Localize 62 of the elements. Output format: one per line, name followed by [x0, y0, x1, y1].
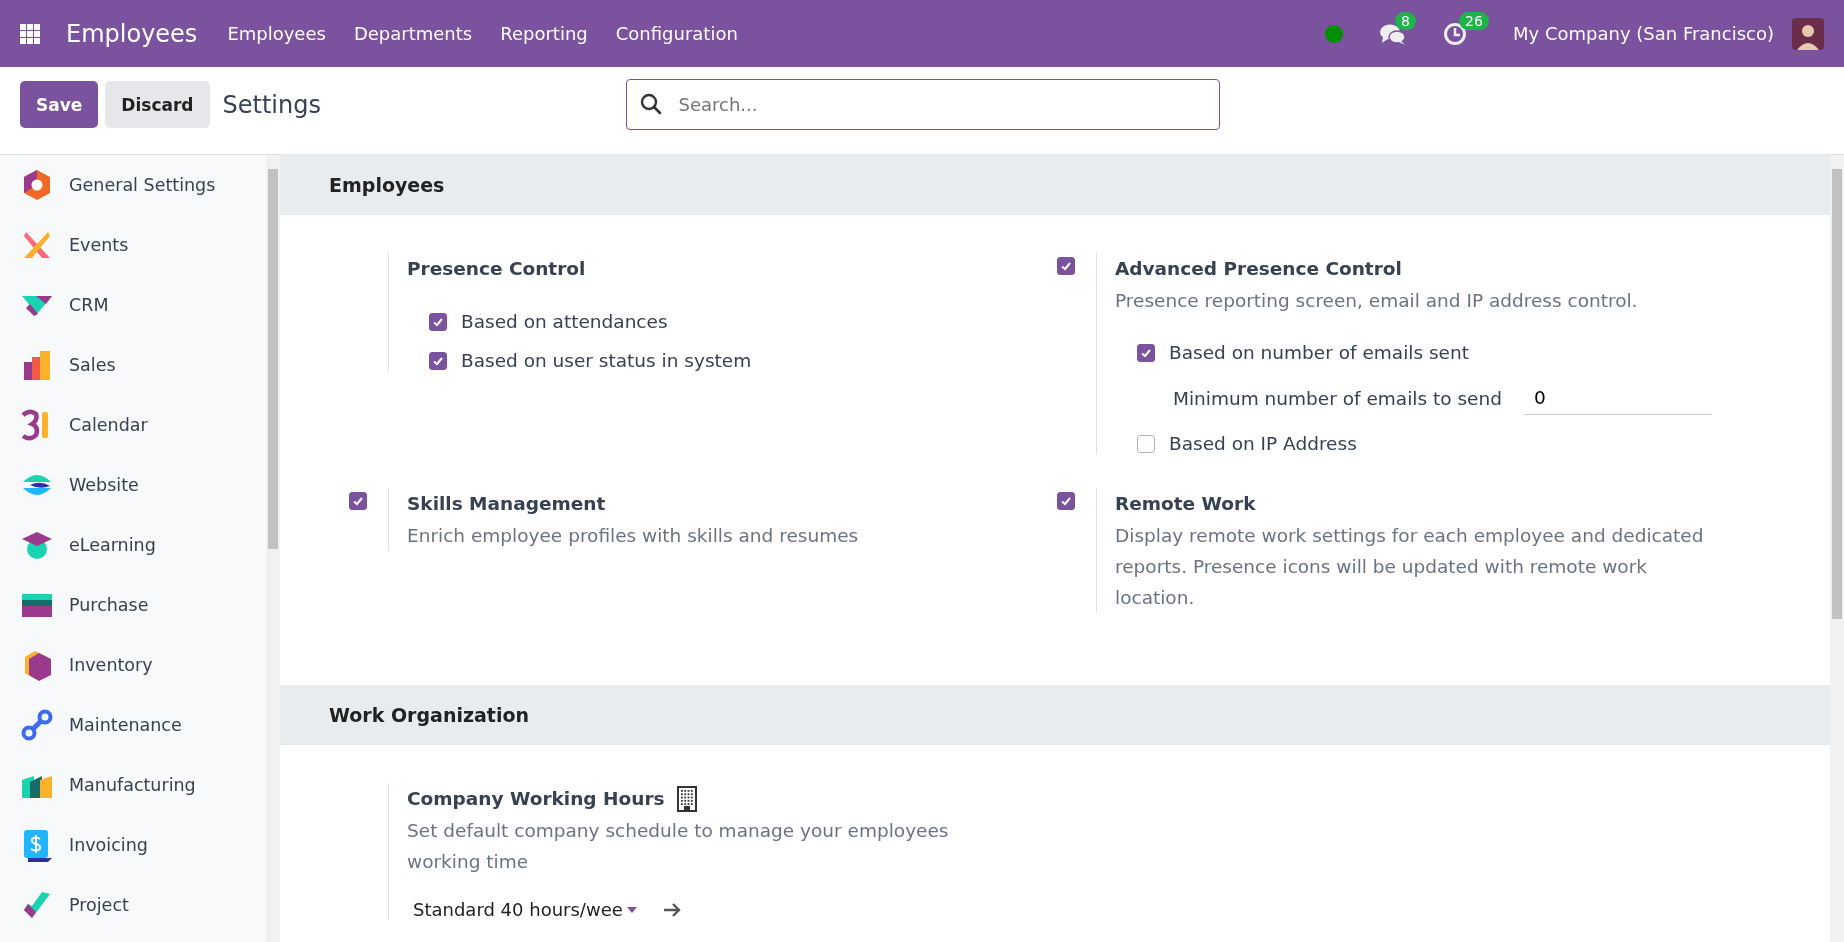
- scrollbar[interactable]: [266, 155, 280, 942]
- menu-item[interactable]: Reporting: [500, 23, 588, 44]
- caret-icon: [626, 906, 637, 913]
- checkbox[interactable]: [1137, 434, 1155, 453]
- scrollbar[interactable]: [1830, 155, 1844, 942]
- section-title: Work Organization: [280, 685, 1830, 745]
- schedule-dropdown[interactable]: Standard 40 hours/wee: [413, 899, 637, 920]
- checkbox[interactable]: [429, 312, 447, 331]
- clock-icon[interactable]: [1443, 21, 1468, 46]
- sidebar-item[interactable]: Invoicing: [0, 815, 266, 875]
- search-icon: [639, 93, 662, 115]
- checkbox[interactable]: [1057, 257, 1075, 275]
- checkbox[interactable]: [429, 351, 447, 370]
- arrow-right-icon[interactable]: [662, 901, 681, 918]
- sidebar-item[interactable]: CRM: [0, 275, 266, 335]
- sidebar-item[interactable]: Maintenance: [0, 695, 266, 755]
- page-title: Settings: [222, 90, 322, 119]
- setting-title: Presence Control: [407, 257, 586, 281]
- setting-description: Set default company schedule to manage your employees working time: [407, 819, 950, 874]
- setting-title: Advanced Presence Control: [1115, 257, 1402, 281]
- checkbox[interactable]: [349, 492, 367, 510]
- sidebar-item[interactable]: Inventory: [0, 635, 266, 695]
- menu-item[interactable]: Departments: [353, 23, 473, 44]
- sidebar-item[interactable]: Website: [0, 455, 266, 515]
- setting-description: Enrich employee profiles with skills and resumes: [407, 524, 860, 548]
- option-label: Based on IP Address: [1169, 433, 1357, 454]
- activity-count-badge: 26: [1459, 11, 1489, 30]
- setting-title: Skills Management: [407, 492, 606, 516]
- presence-dot-icon: [1325, 24, 1344, 43]
- user-avatar-icon[interactable]: [1792, 17, 1824, 50]
- app-grid-icon[interactable]: [20, 23, 40, 44]
- sidebar-item[interactable]: Manufacturing: [0, 755, 266, 815]
- sidebar-item[interactable]: Project: [0, 875, 266, 935]
- menu-item[interactable]: Configuration: [615, 23, 738, 44]
- checkbox[interactable]: [1137, 343, 1155, 362]
- option-label: Based on attendances: [461, 311, 668, 332]
- checkmark-icon: [1060, 260, 1072, 272]
- checkbox[interactable]: [1057, 492, 1075, 510]
- message-count-badge: 8: [1395, 11, 1416, 30]
- option-label: Based on user status in system: [461, 350, 752, 371]
- company-switcher[interactable]: My Company (San Francisco): [1513, 23, 1774, 44]
- sidebar-item[interactable]: Purchase: [0, 575, 266, 635]
- menu-item[interactable]: Employees: [227, 23, 326, 44]
- search-field[interactable]: Search...: [625, 79, 1220, 130]
- field-label: Minimum number of emails to send: [1173, 387, 1502, 409]
- setting-title: Company Working Hours: [407, 787, 665, 811]
- sidebar-item[interactable]: eLearning: [0, 515, 266, 575]
- sidebar-item[interactable]: Events: [0, 215, 266, 275]
- sidebar-item[interactable]: Sales: [0, 335, 266, 395]
- setting-title: Remote Work: [1115, 492, 1256, 516]
- option-label: Based on number of emails sent: [1169, 342, 1469, 363]
- section-title: Employees: [280, 155, 1830, 215]
- checkmark-icon: [1060, 495, 1072, 507]
- setting-description: Presence reporting screen, email and IP address control.: [1115, 289, 1639, 313]
- app-icon: [20, 708, 54, 742]
- sidebar-item[interactable]: General Settings: [0, 155, 266, 215]
- app-title[interactable]: Employees: [66, 19, 198, 48]
- discard-button[interactable]: Discard: [105, 81, 210, 128]
- save-button[interactable]: Save: [20, 81, 99, 128]
- checkmark-icon: [352, 495, 364, 507]
- sidebar-item[interactable]: Calendar: [0, 395, 266, 455]
- setting-description: Display remote work settings for each employee and dedicated reports. Presence icons will be updated with remote work location.: [1115, 524, 1704, 610]
